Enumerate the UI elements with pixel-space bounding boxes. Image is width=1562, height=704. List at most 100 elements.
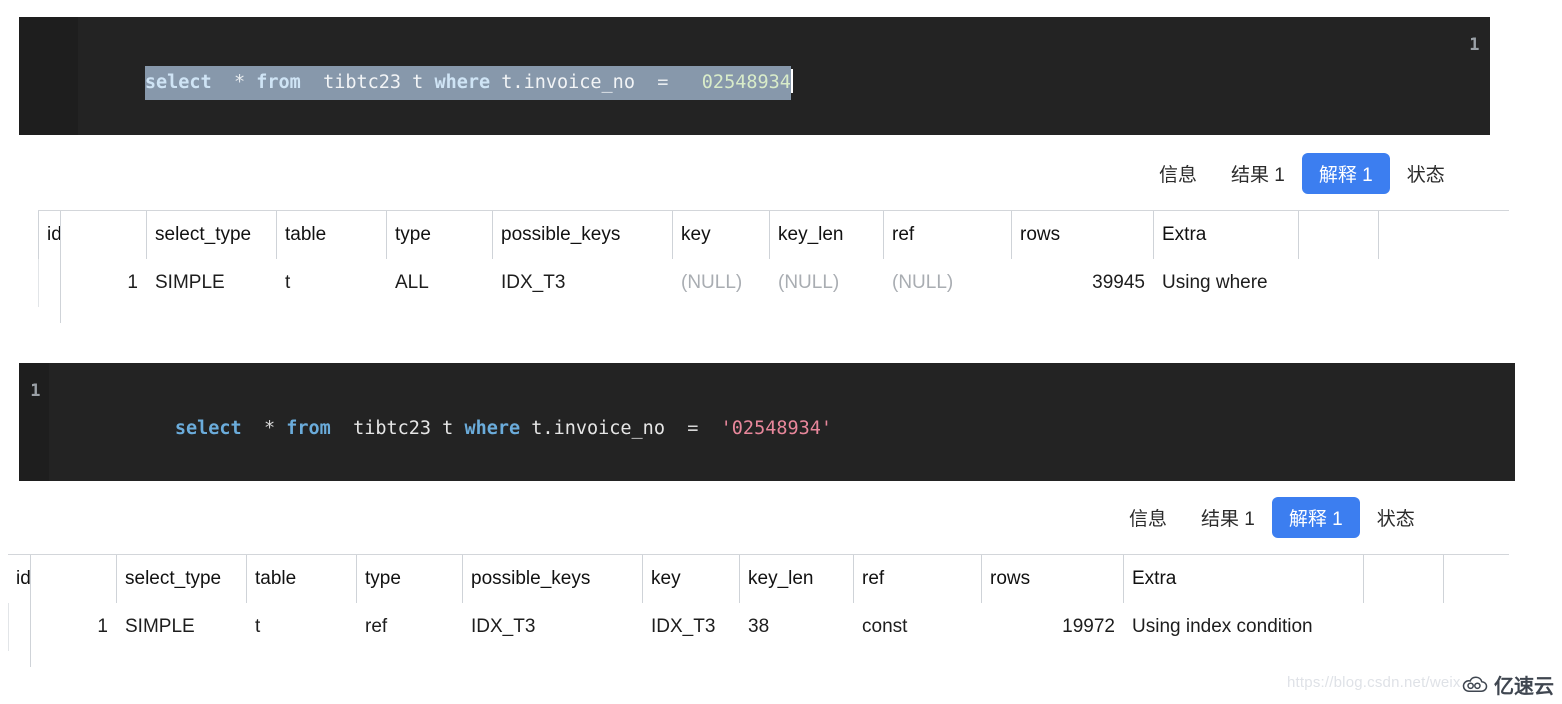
sql-token-op	[490, 72, 501, 93]
col-header-filler	[1298, 211, 1358, 259]
sql-token-kw: where	[434, 72, 491, 93]
grid-1-extra-right-divider	[1378, 211, 1379, 259]
sql-token-op	[331, 418, 353, 439]
result-tabbar-1[interactable]: 信息 结果 1 解释 1 状态	[1142, 153, 1462, 194]
tab-label: 状态	[1406, 165, 1445, 186]
col-header-ref[interactable]: ref	[853, 555, 981, 603]
tab-explain-2[interactable]: 解释 1	[1271, 497, 1360, 538]
explain-grid-2[interactable]: id select_type table type possible_keys …	[8, 554, 1509, 667]
sql-token-str: '02548934'	[720, 418, 833, 439]
cell-key-len: (NULL)	[769, 259, 883, 307]
editor-2-line-1[interactable]: select * from tibtc23 t where t.invoice_…	[175, 412, 832, 446]
sql-editor-1[interactable]: 1 select * from tibtc23 t where t.invoic…	[19, 17, 1490, 135]
sql-token-op	[453, 418, 464, 439]
col-header-select-type[interactable]: select_type	[116, 555, 246, 603]
cloud-icon	[1462, 676, 1488, 692]
sql-token-op: =	[657, 72, 669, 93]
sql-token-op	[423, 72, 434, 93]
col-header-type[interactable]: type	[386, 211, 492, 259]
col-header-id[interactable]: id	[38, 211, 146, 259]
cell-possible-keys: IDX_T3	[492, 259, 672, 307]
editor-2-code[interactable]: select * from tibtc23 t where t.invoice_…	[108, 363, 1515, 481]
col-header-id[interactable]: id	[8, 555, 116, 603]
sql-token-kw: select	[174, 418, 242, 439]
cell-type: ALL	[386, 259, 492, 307]
col-header-filler	[1363, 555, 1423, 603]
col-header-type[interactable]: type	[356, 555, 462, 603]
cell-table: t	[276, 259, 386, 307]
sql-token-op	[635, 72, 657, 93]
grid-2-extra-right-divider	[1443, 555, 1444, 603]
col-header-key-len[interactable]: key_len	[739, 555, 853, 603]
sql-token-op	[212, 72, 234, 93]
tab-status-1[interactable]: 状态	[1390, 153, 1462, 194]
cell-id: 1	[8, 603, 116, 651]
sql-token-kw: from	[256, 72, 301, 93]
cell-filler	[1298, 259, 1358, 307]
cell-key-len: 38	[739, 603, 853, 651]
tab-info-2[interactable]: 信息	[1112, 497, 1184, 538]
sql-token-op: *	[263, 418, 276, 439]
sql-token-op	[242, 418, 264, 439]
tab-explain-1[interactable]: 解释 1	[1301, 153, 1390, 194]
sql-token-op	[520, 418, 531, 439]
cell-id: 1	[38, 259, 146, 307]
editor-1-code[interactable]: select * from tibtc23 t where t.invoice_…	[78, 17, 1490, 135]
col-header-table[interactable]: table	[276, 211, 386, 259]
editor-1-line-1-selection[interactable]: select * from tibtc23 t where t.invoice_…	[144, 66, 791, 100]
sql-token-op	[668, 72, 701, 93]
screenshot-root: 1 select * from tibtc23 t where t.invoic…	[0, 0, 1562, 704]
tab-label: 结果 1	[1201, 509, 1255, 530]
col-header-table[interactable]: table	[246, 555, 356, 603]
tab-results-2[interactable]: 结果 1	[1184, 497, 1272, 538]
sql-token-id: t.invoice_no	[531, 418, 665, 439]
col-header-rows[interactable]: rows	[1011, 211, 1153, 259]
cell-ref: (NULL)	[883, 259, 1011, 307]
grid-1-left-divider	[60, 211, 61, 323]
col-header-key[interactable]: key	[642, 555, 739, 603]
col-header-possible-keys[interactable]: possible_keys	[492, 211, 672, 259]
table-row[interactable]: 1 SIMPLE t ALL IDX_T3 (NULL) (NULL) (NUL…	[38, 259, 1509, 307]
sql-token-op: =	[687, 418, 699, 439]
sql-token-num: 02548934	[701, 72, 791, 93]
editor-2-line-number: 1	[30, 381, 41, 401]
col-header-extra[interactable]: Extra	[1123, 555, 1363, 603]
cell-rows: 39945	[1011, 259, 1153, 307]
sql-editor-2[interactable]: 1 select * from tibtc23 t where t.invoic…	[19, 363, 1515, 481]
editor-1-caret	[790, 69, 793, 93]
explain-grid-1[interactable]: id select_type table type possible_keys …	[38, 210, 1509, 323]
sql-token-op	[698, 418, 720, 439]
cell-possible-keys: IDX_T3	[462, 603, 642, 651]
sql-token-id: t	[442, 418, 454, 439]
result-tabbar-2[interactable]: 信息 结果 1 解释 1 状态	[1112, 497, 1432, 538]
watermark-brand-label: 亿速云	[1494, 676, 1554, 698]
col-header-key[interactable]: key	[672, 211, 769, 259]
tab-status-2[interactable]: 状态	[1360, 497, 1432, 538]
table-row[interactable]: 1 SIMPLE t ref IDX_T3 IDX_T3 38 const 19…	[8, 603, 1509, 651]
col-header-rows[interactable]: rows	[981, 555, 1123, 603]
tab-results-1[interactable]: 结果 1	[1214, 153, 1302, 194]
col-header-ref[interactable]: ref	[883, 211, 1011, 259]
sql-token-kw: from	[286, 418, 331, 439]
sql-token-id: tibtc23	[353, 418, 432, 439]
tab-label: 结果 1	[1231, 165, 1285, 186]
sql-token-kw: select	[144, 72, 212, 93]
col-header-key-len[interactable]: key_len	[769, 211, 883, 259]
sql-token-id: t.invoice_no	[501, 72, 635, 93]
sql-token-op	[301, 72, 323, 93]
tab-label: 解释 1	[1288, 509, 1343, 530]
col-header-extra[interactable]: Extra	[1153, 211, 1298, 259]
sql-token-id: tibtc23	[323, 72, 402, 93]
cell-extra: Using index condition	[1123, 603, 1363, 651]
col-header-possible-keys[interactable]: possible_keys	[462, 555, 642, 603]
sql-token-kw: where	[464, 418, 521, 439]
cell-key: IDX_T3	[642, 603, 739, 651]
tab-label: 解释 1	[1318, 165, 1373, 186]
tab-info-1[interactable]: 信息	[1142, 153, 1214, 194]
cell-key: (NULL)	[672, 259, 769, 307]
sql-token-op: *	[233, 72, 246, 93]
cell-table: t	[246, 603, 356, 651]
cell-type: ref	[356, 603, 462, 651]
col-header-select-type[interactable]: select_type	[146, 211, 276, 259]
sql-token-op	[665, 418, 687, 439]
